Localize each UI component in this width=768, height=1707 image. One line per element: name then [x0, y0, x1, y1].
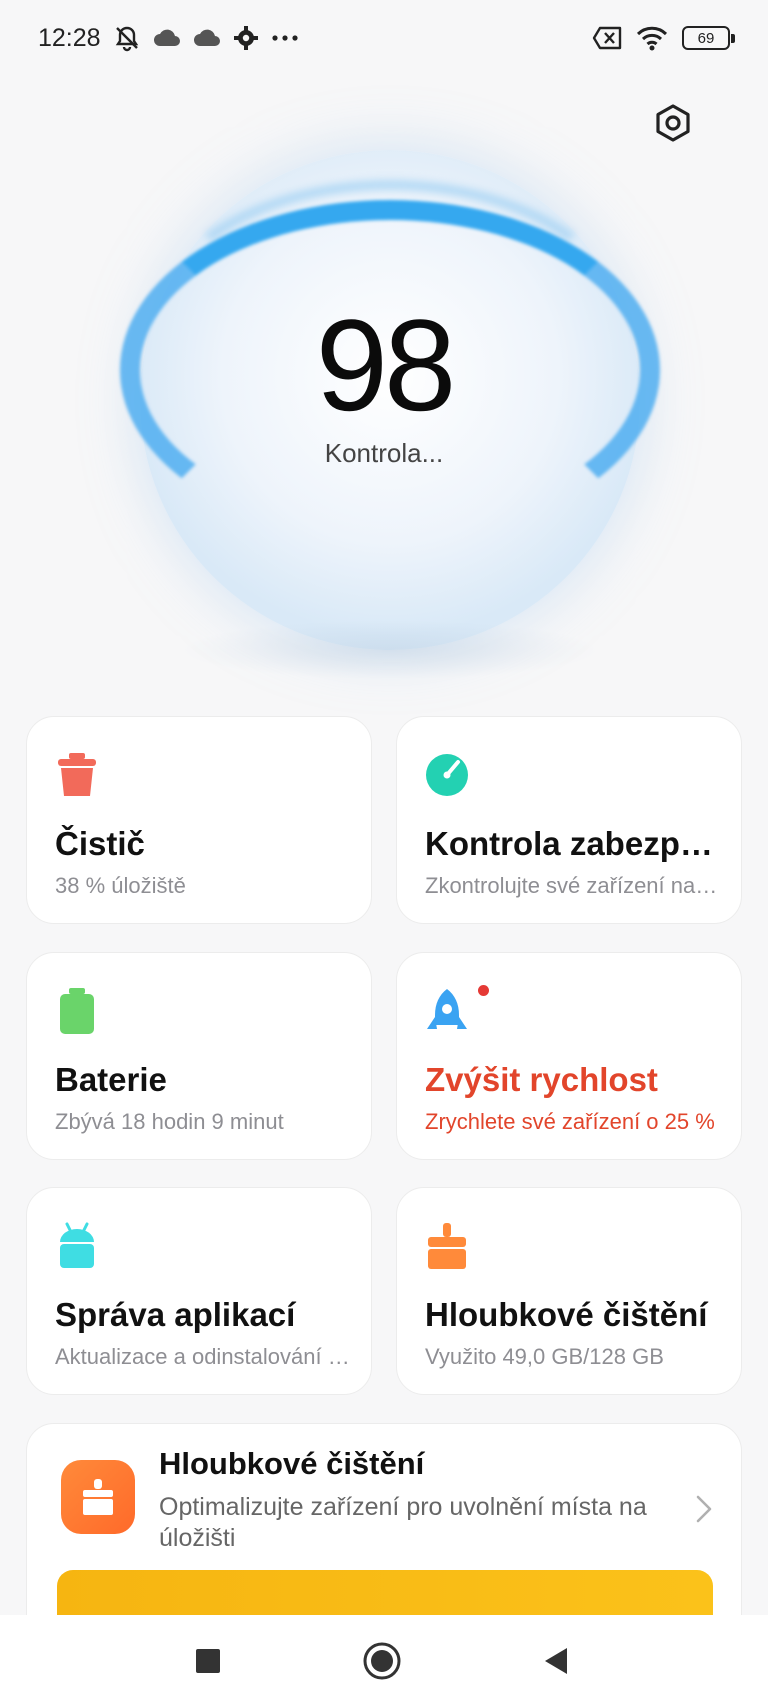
card-title: Hloubkové čištění [425, 1296, 708, 1333]
chevron-right-icon [695, 1494, 713, 1529]
promo-title: Hloubkové čištění [159, 1446, 425, 1481]
notification-dot [478, 985, 489, 996]
battery-icon [55, 987, 99, 1035]
card-deep-clean[interactable]: Hloubkové čištění Využito 49,0 GB/128 GB [396, 1187, 742, 1395]
battery-level: 69 [697, 29, 715, 47]
status-bar: 12:28 69 [0, 0, 768, 76]
card-title: Správa aplikací [55, 1296, 296, 1333]
scan-status: Kontrola... [324, 438, 444, 468]
card-subtitle: Zkontrolujte své zařízení na hrozby [425, 873, 723, 898]
cloud-icon [193, 28, 221, 48]
score-value: 98 [315, 292, 457, 438]
card-subtitle: Aktualizace a odinstalování aplikací [55, 1344, 353, 1369]
home-circle-icon [362, 1641, 402, 1686]
rocket-icon [425, 987, 469, 1035]
card-title: Kontrola zabezpečení [425, 825, 719, 862]
home-button[interactable] [362, 1641, 402, 1686]
broom-icon [61, 1460, 135, 1534]
security-score-hero: 98 Kontrola... [0, 120, 768, 710]
mute-icon [113, 24, 141, 52]
gear-icon [233, 25, 259, 51]
cloud-icon [153, 28, 181, 48]
card-subtitle: 38 % úložiště [55, 873, 186, 898]
card-title: Čistič [55, 825, 145, 862]
card-title: Zvýšit rychlost [425, 1061, 658, 1098]
recents-button[interactable] [188, 1643, 228, 1683]
promo-description: Optimalizujte zařízení pro uvolnění míst… [159, 1493, 647, 1553]
card-battery[interactable]: Baterie Zbývá 18 hodin 9 minut [26, 952, 372, 1160]
card-app-manager[interactable]: Správa aplikací Aktualizace a odinstalov… [26, 1187, 372, 1395]
card-subtitle: Zrychlete své zařízení o 25 % [425, 1109, 715, 1134]
card-subtitle: Zbývá 18 hodin 9 minut [55, 1109, 284, 1134]
card-title: Baterie [55, 1061, 167, 1098]
shield-check-icon [425, 751, 469, 799]
card-security-scan[interactable]: Kontrola zabezpečení Zkontrolujte své za… [396, 716, 742, 924]
wifi-icon [636, 25, 668, 51]
trash-icon [55, 751, 99, 799]
card-subtitle: Využito 49,0 GB/128 GB [425, 1344, 664, 1369]
clock: 12:28 [38, 23, 101, 52]
back-button[interactable] [536, 1643, 576, 1683]
back-triangle-icon [543, 1647, 569, 1680]
square-icon [195, 1648, 221, 1679]
card-speed-boost[interactable]: Zvýšit rychlost Zrychlete své zařízení o… [396, 952, 742, 1160]
card-cleaner[interactable]: Čistič 38 % úložiště [26, 716, 372, 924]
battery-indicator: 69 [682, 26, 735, 50]
more-dots-icon [271, 34, 299, 42]
android-icon [55, 1222, 99, 1270]
broom-icon [425, 1222, 469, 1270]
sphere-shadow [180, 620, 600, 680]
sim-error-icon [592, 26, 622, 50]
